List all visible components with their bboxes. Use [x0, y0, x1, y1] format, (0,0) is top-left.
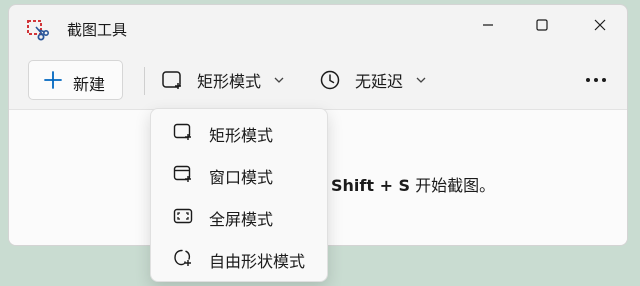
- rectangle-mode-icon: [162, 71, 181, 89]
- new-snip-label: 新建: [73, 75, 106, 94]
- minimize-icon: [483, 24, 493, 26]
- menu-item-label: 窗口模式: [209, 168, 274, 187]
- plus-icon: [44, 71, 62, 89]
- window-title: 截图工具: [67, 21, 128, 39]
- shortcut-hint-text: 开始截图。: [410, 176, 496, 195]
- menu-item-fullscreen-mode[interactable]: 全屏模式: [155, 197, 325, 235]
- menu-item-label: 全屏模式: [209, 210, 274, 229]
- maximize-button[interactable]: [513, 5, 571, 45]
- toolbar: 新建 矩形模式 无延迟: [9, 53, 627, 109]
- snip-mode-label: 矩形模式: [197, 72, 262, 91]
- menu-item-label: 自由形状模式: [209, 252, 306, 271]
- rectangle-mode-icon: [173, 123, 191, 140]
- delay-label: 无延迟: [355, 72, 404, 91]
- snip-mode-dropdown[interactable]: 矩形模式: [161, 60, 285, 100]
- fullscreen-mode-icon: [173, 208, 193, 224]
- maximize-icon: [536, 19, 548, 31]
- clock-icon: [320, 70, 340, 90]
- chevron-down-icon: [274, 77, 284, 83]
- more-options-button[interactable]: [579, 63, 613, 97]
- snipping-tool-app-icon: [27, 20, 49, 41]
- close-button[interactable]: [571, 5, 627, 45]
- shortcut-keys: Shift + S: [331, 176, 411, 195]
- window-mode-icon: [173, 165, 191, 182]
- new-snip-button[interactable]: 新建: [28, 60, 123, 100]
- more-icon: [586, 78, 606, 82]
- menu-item-window-mode[interactable]: 窗口模式: [155, 155, 325, 193]
- shortcut-hint: Shift + S 开始截图。: [331, 172, 495, 196]
- freeform-mode-icon: [174, 249, 191, 266]
- menu-item-freeform-mode[interactable]: 自由形状模式: [155, 239, 325, 277]
- delay-dropdown[interactable]: 无延迟: [319, 60, 427, 100]
- chevron-down-icon: [416, 77, 426, 83]
- title-bar[interactable]: 截图工具: [9, 5, 627, 53]
- close-icon: [594, 19, 606, 31]
- menu-item-label: 矩形模式: [209, 126, 274, 145]
- toolbar-divider: [144, 67, 145, 95]
- minimize-button[interactable]: [459, 5, 517, 45]
- snip-mode-menu: 矩形模式 窗口模式 全屏模式 自由形状模式: [150, 108, 328, 282]
- menu-item-rectangle-mode[interactable]: 矩形模式: [155, 113, 325, 151]
